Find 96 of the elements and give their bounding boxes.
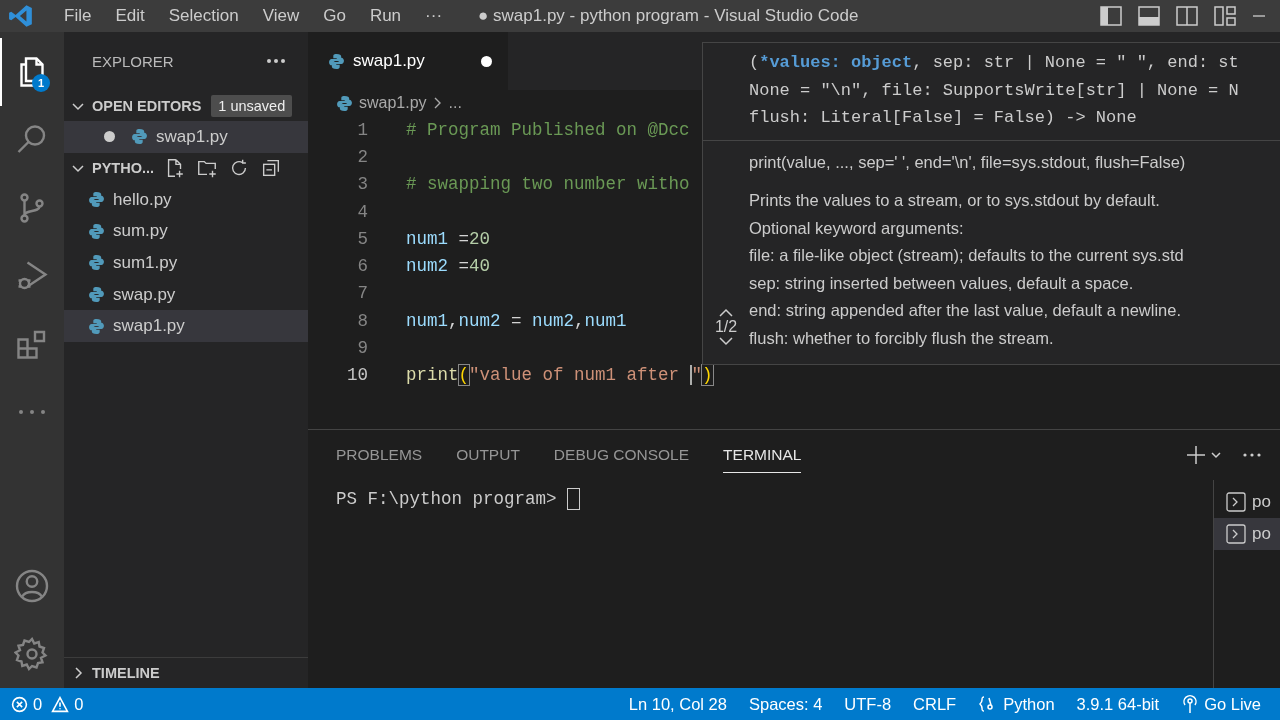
status-item[interactable]: UTF-8: [833, 688, 903, 720]
code-line: # swapping two number witho: [406, 174, 690, 195]
open-editor-item[interactable]: swap1.py: [64, 121, 308, 153]
broadcast-icon: [1181, 694, 1200, 714]
python-icon: [88, 191, 105, 209]
python-icon: [131, 128, 148, 146]
python-icon: [336, 94, 353, 112]
more-icon[interactable]: [266, 58, 286, 64]
line-number: 10: [346, 365, 368, 386]
status-item[interactable]: Spaces: 4: [737, 688, 834, 720]
unsaved-dot: [104, 131, 115, 143]
line-number: 7: [356, 283, 368, 304]
line-number: 4: [356, 201, 368, 222]
warning-icon: [51, 695, 70, 713]
breadcrumb-item[interactable]: ...: [448, 94, 462, 112]
error-icon: [11, 695, 28, 713]
python-icon: [88, 286, 105, 304]
explorer-entry[interactable]: swap.py: [64, 278, 308, 311]
doc-text: file: a file-like object (stream); defaults to the current sys.std: [749, 245, 1185, 267]
terminal-item[interactable]: po: [1214, 518, 1280, 550]
signature-line: None = "\n", file: SupportsWrite[str] | None = N: [749, 79, 1240, 102]
account-icon: [14, 568, 50, 604]
menu-item[interactable]: ···: [413, 6, 455, 26]
doc-text: flush: whether to forcibly flush the stream.: [749, 327, 1055, 349]
status-item[interactable]: CRLF: [902, 688, 968, 720]
python-icon: [88, 254, 105, 272]
more-icon[interactable]: [1242, 452, 1262, 458]
terminal-cursor: [566, 488, 580, 510]
code-line: num1,num2 = num2,num1: [406, 310, 627, 331]
chevron-icon: [432, 96, 443, 110]
panel-layout-icon[interactable]: [1138, 6, 1160, 26]
page-indicator: 1/2: [714, 318, 738, 336]
panel-tab[interactable]: TERMINAL: [723, 437, 802, 473]
chevron-down-icon[interactable]: [1210, 450, 1222, 460]
line-number: 6: [356, 256, 368, 277]
count-badge: 1: [32, 74, 50, 92]
editor-tab[interactable]: swap1.py: [308, 32, 508, 90]
breadcrumb-item[interactable]: swap1.py: [336, 94, 427, 112]
problems-status[interactable]: 0 0: [0, 688, 95, 720]
line-number: 2: [356, 146, 368, 167]
line-number: 1: [356, 119, 368, 140]
code-line: num2 =40: [406, 256, 491, 277]
panel-tab[interactable]: DEBUG CONSOLE: [553, 437, 690, 473]
terminal-icon: [1226, 524, 1246, 544]
explorer-entry[interactable]: swap1.py: [64, 310, 308, 343]
doc-signature: print(value, ..., sep=' ', end='\n', file=sys.stdout, flush=False): [749, 151, 1186, 173]
split-layout-icon[interactable]: [1176, 6, 1198, 26]
status-item[interactable]: 3.9.1 64-bit: [1065, 688, 1171, 720]
code-line: num1 =20: [406, 228, 491, 249]
signature-line: (*values: object, sep: str | None = " ", end: st: [749, 52, 1240, 75]
python-icon: [328, 52, 345, 70]
code-line: print("value of num1 after "): [406, 365, 713, 386]
activity-item[interactable]: 1: [0, 38, 64, 106]
code-line: # Program Published on @Dcc: [406, 119, 690, 140]
unsaved-badge: 1 unsaved: [211, 94, 293, 117]
status-item[interactable]: Python: [967, 688, 1066, 720]
settings-icon: [14, 636, 50, 672]
terminal-item[interactable]: po: [1214, 486, 1280, 518]
menu-item[interactable]: Run: [357, 6, 414, 26]
signature-line: flush: Literal[False] = False) -> None: [749, 107, 1138, 130]
menu-item[interactable]: Selection: [156, 6, 251, 26]
terminal-icon: [1226, 492, 1246, 512]
window-title: ● swap1.py - python program - Visual Studio Code: [478, 6, 860, 26]
more-icon: [17, 409, 47, 415]
menu-item[interactable]: Edit: [103, 6, 157, 26]
explorer-entry[interactable]: hello.py: [64, 183, 308, 216]
layout-grid-icon[interactable]: [1214, 6, 1236, 26]
line-number: 9: [356, 338, 368, 358]
doc-text: sep: string inserted between values, default a space.: [749, 272, 1135, 294]
section-header[interactable]: OPEN EDITORS 1 unsaved: [64, 90, 308, 121]
explorer-entry[interactable]: sum.py: [64, 215, 308, 248]
line-number: 8: [356, 310, 368, 331]
section-header[interactable]: PYTHO...: [64, 152, 308, 184]
menu-item[interactable]: Go: [311, 6, 358, 26]
chevron-down-icon[interactable]: [718, 336, 734, 346]
chevron-up-icon[interactable]: [718, 308, 734, 318]
app-logo-icon: [8, 3, 34, 29]
menu-item[interactable]: File: [52, 6, 104, 26]
doc-text: Prints the values to a stream, or to sys.stdout by default.: [749, 190, 1161, 212]
unsaved-dot: [480, 55, 492, 67]
doc-text: Optional keyword arguments:: [749, 217, 965, 239]
line-number: 5: [356, 228, 368, 249]
panel-tab[interactable]: PROBLEMS: [336, 437, 423, 473]
panel-tab[interactable]: OUTPUT: [456, 437, 520, 473]
line-number: 3: [356, 174, 368, 195]
doc-text: end: string appended after the last value, default a newline.: [749, 300, 1183, 322]
sidebar-layout-icon[interactable]: [1100, 6, 1122, 26]
menu-item[interactable]: View: [250, 6, 312, 26]
status-item[interactable]: Ln 10, Col 28: [617, 688, 738, 720]
sidebar-title: EXPLORER: [92, 52, 174, 70]
explorer-entry[interactable]: sum1.py: [64, 247, 308, 279]
terminal-prompt: PS F:\python program>: [336, 489, 557, 509]
plus-icon[interactable]: [1186, 445, 1206, 465]
python-icon: [88, 222, 105, 240]
python-icon: [88, 317, 105, 335]
status-item[interactable]: Go Live: [1170, 688, 1272, 720]
